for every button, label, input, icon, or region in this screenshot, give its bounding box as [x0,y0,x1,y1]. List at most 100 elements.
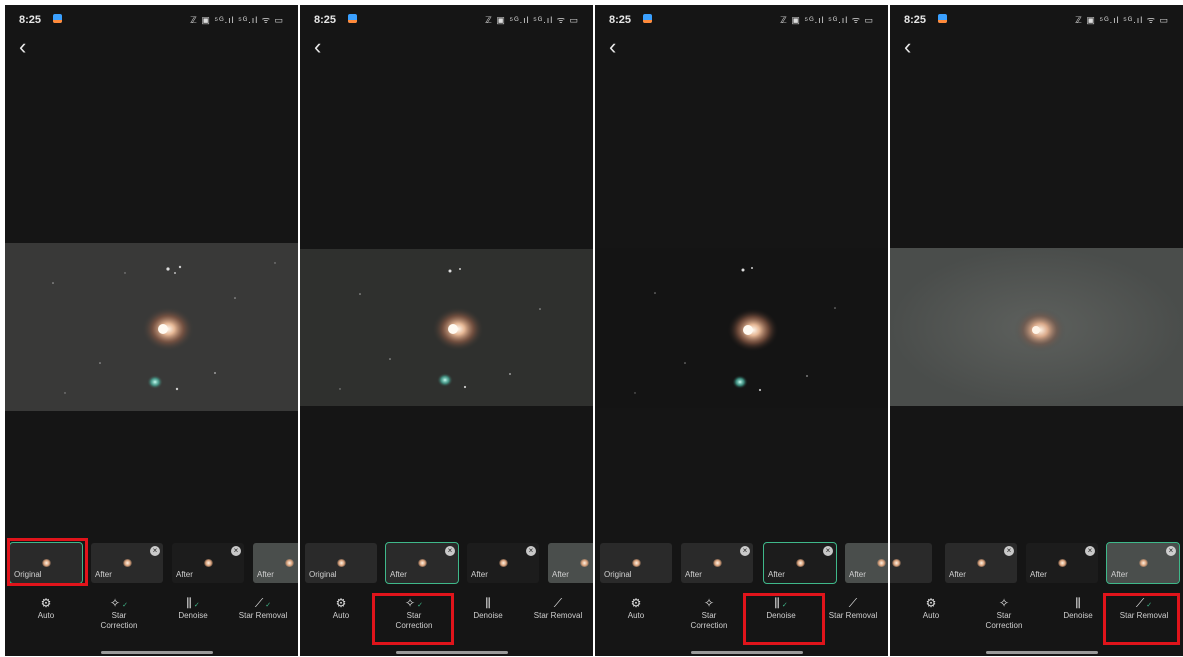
star-removal-icon: ⟋ ✓ [254,596,272,610]
auto-button[interactable]: ⚙ Auto [600,595,672,621]
screen-panel-star-removal: 8:25 ℤ ▣ ⁵ᴳ.ıl ⁵ᴳ.ıl ᯤ ▭ ‹ After × After ×… [890,5,1183,656]
denoise-bars-icon: ⫼ ✓ [774,596,788,610]
nebula-photo [300,249,593,406]
check-icon: ✓ [122,602,128,609]
thumb-after-1[interactable]: After × [91,543,163,583]
tool-bar: ⚙ Auto ✧ ✓ Star Correction ⫼ Denoise ⟋ Star Re… [300,595,593,643]
screen-panel-denoise: 8:25 ℤ ▣ ⁵ᴳ.ıl ⁵ᴳ.ıl ᯤ ▭ ‹ Original Afte… [595,5,888,656]
thumb-after-2[interactable]: After × [1026,543,1098,583]
denoise-button[interactable]: ⫼ ✓ Denoise [157,595,229,621]
star-removal-button[interactable]: ⟋ ✓ Star Removal [227,595,298,621]
status-time: 8:25 [314,14,337,26]
gear-icon: ⚙ [335,596,347,610]
star-correction-button[interactable]: ✧ ✓ Star Correction [83,595,155,631]
star-removal-icon: ⟋ [848,596,858,610]
nebula-photo [5,243,298,411]
auto-button[interactable]: ⚙ Auto [895,595,967,621]
close-icon[interactable]: × [1085,546,1095,556]
status-bar: 8:25 ℤ ▣ ⁵ᴳ.ıl ⁵ᴳ.ıl ᯤ ▭ [5,5,298,31]
denoise-bars-icon: ⫼ [485,596,491,610]
gear-icon: ⚙ [925,596,937,610]
thumb-after-1[interactable]: After × [681,543,753,583]
auto-button[interactable]: ⚙ Auto [305,595,377,621]
chevron-left-icon: ‹ [19,34,27,59]
tool-bar: ⚙ Auto ✧ Star Correction ⫼ ✓ Denoise ⟋ Star Re… [595,595,888,643]
back-button[interactable]: ‹ [314,36,321,58]
status-icons: ℤ ▣ ⁵ᴳ.ıl ⁵ᴳ.ıl ᯤ ▭ [190,15,284,25]
sparkle-stars-icon: ✧ [998,596,1010,610]
notification-icon [643,14,652,23]
version-strip: After × After × After × [890,538,1183,588]
sparkle-stars-icon: ✧ [703,596,715,610]
thumb-partial[interactable] [890,543,932,583]
close-icon[interactable]: × [445,546,455,556]
close-icon[interactable]: × [1004,546,1014,556]
close-icon[interactable]: × [740,546,750,556]
tool-bar: ⚙ Auto ✧ ✓ Star Correction ⫼ ✓ Denoise ⟋ ✓ Star … [5,595,298,643]
nebula-photo [890,248,1183,406]
notification-icon [53,14,62,23]
star-removal-button[interactable]: ⟋ Star Removal [522,595,593,621]
denoise-button[interactable]: ⫼ ✓ Denoise [745,595,817,621]
status-bar: 8:25 ℤ ▣ ⁵ᴳ.ıl ⁵ᴳ.ıl ᯤ ▭ [595,5,888,31]
close-icon[interactable]: × [823,546,833,556]
home-indicator [396,651,508,654]
version-strip: Original After × After × After [595,538,888,588]
screen-panel-original: 8:25 ℤ ▣ ⁵ᴳ.ıl ⁵ᴳ.ıl ᯤ ▭ ‹ Original Afte… [5,5,298,656]
chevron-left-icon: ‹ [904,34,912,59]
chevron-left-icon: ‹ [609,34,617,59]
close-icon[interactable]: × [1166,546,1176,556]
gear-icon: ⚙ [630,596,642,610]
thumb-after-3[interactable]: After [253,543,298,583]
status-bar: 8:25 ℤ ▣ ⁵ᴳ.ıl ⁵ᴳ.ıl ᯤ ▭ [890,5,1183,31]
thumb-after-2[interactable]: After × [172,543,244,583]
back-button[interactable]: ‹ [19,36,26,58]
close-icon[interactable]: × [231,546,241,556]
check-icon: ✓ [1146,602,1153,609]
check-icon: ✓ [417,602,423,609]
denoise-button[interactable]: ⫼ Denoise [1042,595,1114,621]
nebula-photo [595,248,888,408]
denoise-button[interactable]: ⫼ Denoise [452,595,524,621]
thumb-original[interactable]: Original [305,543,377,583]
star-correction-button[interactable]: ✧ Star Correction [968,595,1040,631]
thumb-original[interactable]: Original [9,542,83,584]
star-removal-icon: ⟋ [553,596,563,610]
thumb-after-3[interactable]: After [548,543,593,583]
close-icon[interactable]: × [526,546,536,556]
version-strip: Original After × After × After [5,538,298,588]
chevron-left-icon: ‹ [314,34,322,59]
thumb-after-1[interactable]: After × [385,542,459,584]
sparkle-stars-icon: ✧ ✓ [110,596,128,610]
auto-button[interactable]: ⚙ Auto [10,595,82,621]
check-icon: ✓ [781,602,788,609]
check-icon: ✓ [265,602,272,609]
status-time: 8:25 [609,14,632,26]
back-button[interactable]: ‹ [609,36,616,58]
home-indicator [986,651,1098,654]
star-correction-button[interactable]: ✧ ✓ Star Correction [378,595,450,631]
home-indicator [691,651,803,654]
thumb-after-3[interactable]: After × [1106,542,1180,584]
denoise-bars-icon: ⫼ ✓ [186,596,200,610]
tool-bar: ⚙ Auto ✧ Star Correction ⫼ Denoise ⟋ ✓ Star Re… [890,595,1183,643]
star-removal-button[interactable]: ⟋ Star Removal [817,595,888,621]
notification-icon [938,14,947,23]
status-icons: ℤ ▣ ⁵ᴳ.ıl ⁵ᴳ.ıl ᯤ ▭ [780,15,874,25]
status-icons: ℤ ▣ ⁵ᴳ.ıl ⁵ᴳ.ıl ᯤ ▭ [485,15,579,25]
thumb-after-1[interactable]: After × [945,543,1017,583]
thumb-after-3[interactable]: After [845,543,888,583]
gear-icon: ⚙ [40,596,52,610]
thumb-after-2[interactable]: After × [467,543,539,583]
status-icons: ℤ ▣ ⁵ᴳ.ıl ⁵ᴳ.ıl ᯤ ▭ [1075,15,1169,25]
star-removal-button[interactable]: ⟋ ✓ Star Removal [1108,595,1180,621]
check-icon: ✓ [193,602,200,609]
version-strip: Original After × After × After [300,538,593,588]
denoise-bars-icon: ⫼ [1075,596,1081,610]
thumb-after-2[interactable]: After × [763,542,837,584]
status-time: 8:25 [904,14,927,26]
thumb-original[interactable]: Original [600,543,672,583]
close-icon[interactable]: × [150,546,160,556]
star-correction-button[interactable]: ✧ Star Correction [673,595,745,631]
back-button[interactable]: ‹ [904,36,911,58]
